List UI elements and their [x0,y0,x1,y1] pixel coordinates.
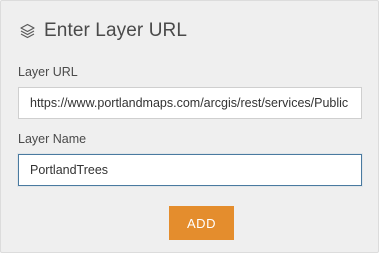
panel-header: Enter Layer URL [18,19,187,43]
layer-name-input[interactable] [18,154,362,186]
layer-name-label: Layer Name [18,132,87,146]
layers-icon [18,22,37,41]
layer-url-label: Layer URL [18,65,78,79]
enter-layer-url-panel: Enter Layer URL Layer URL Layer Name ADD [0,0,379,253]
add-button[interactable]: ADD [169,206,234,240]
panel-title: Enter Layer URL [44,20,188,41]
layer-url-input[interactable] [18,87,362,119]
